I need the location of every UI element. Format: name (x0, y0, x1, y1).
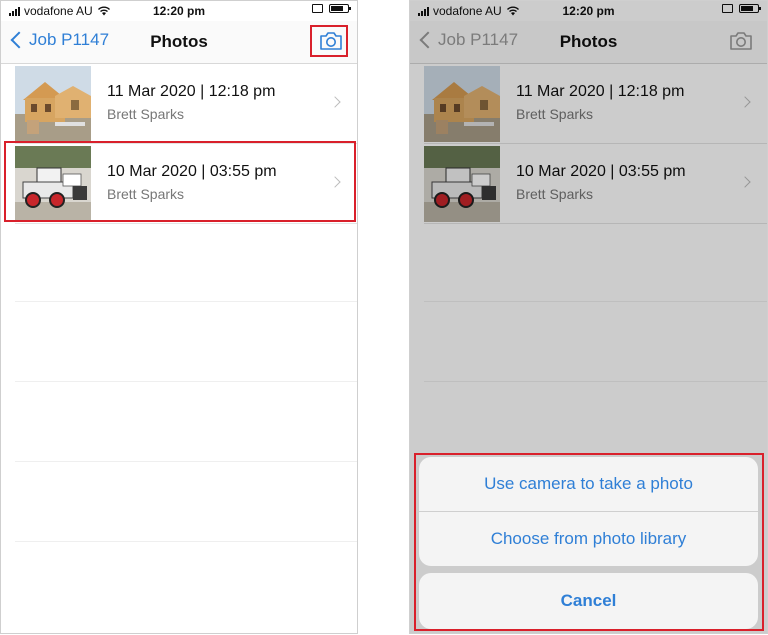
list-separator (15, 461, 357, 462)
highlight-photo-row (4, 141, 356, 222)
list-separator (15, 541, 357, 542)
battery-icon (329, 4, 351, 13)
list-separator (15, 301, 357, 302)
screen-photos-list: vodafone AU 12:20 pm Job P1147 Photos 11… (0, 0, 358, 634)
navigation-bar: Job P1147 Photos (1, 21, 357, 64)
list-separator (15, 381, 357, 382)
status-time: 12:20 pm (152, 4, 206, 18)
screen-photos-action-sheet: vodafone AU 12:20 pm Job P1147 Photos 11… (409, 0, 768, 634)
highlight-action-sheet (414, 453, 764, 631)
chevron-right-icon (329, 96, 341, 108)
highlight-camera-button (310, 25, 348, 57)
photo-date: 11 Mar 2020 | 12:18 pm (107, 83, 276, 100)
page-title: Photos (150, 32, 208, 51)
photo-row[interactable]: 11 Mar 2020 | 12:18 pm Brett Sparks (15, 64, 357, 144)
photo-author: Brett Sparks (107, 106, 185, 122)
status-bar: vodafone AU 12:20 pm (1, 1, 357, 21)
photo-thumbnail-house (15, 66, 91, 142)
screen-mirroring-icon (312, 4, 323, 13)
